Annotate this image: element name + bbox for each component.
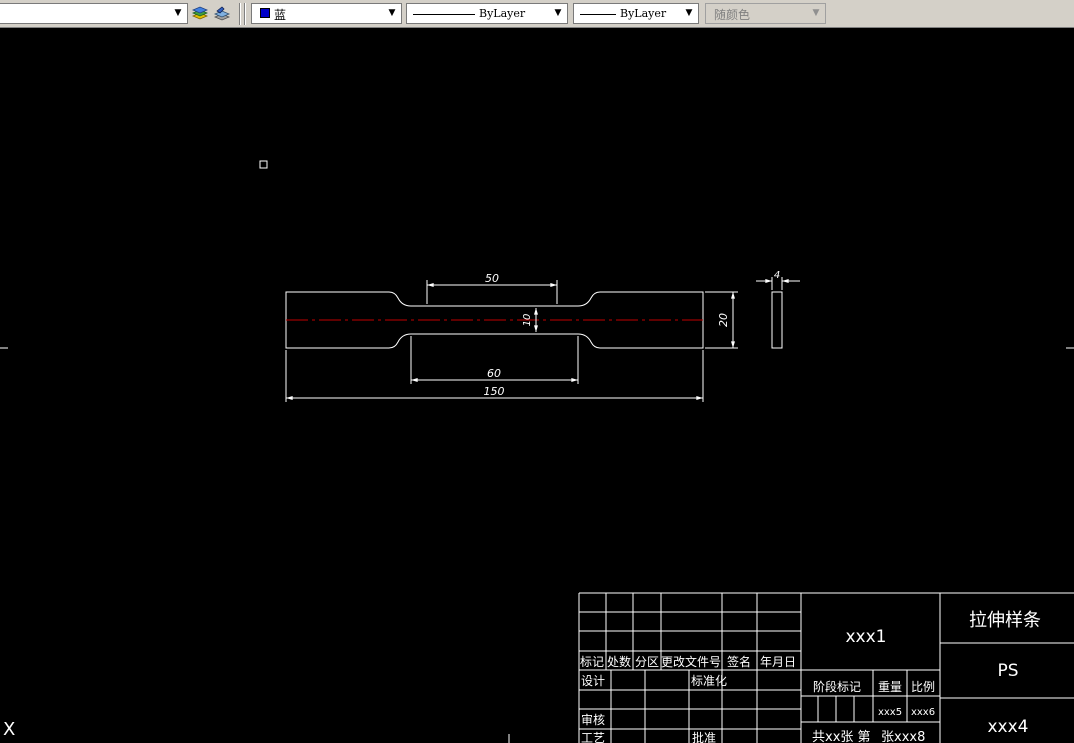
properties-toolbar: ▼ 蓝 ▼ ByLayer ▼ ByLayer ▼ 随颜色 ▼ — [0, 0, 1074, 28]
tb-role-review: 审核 — [581, 712, 605, 727]
dimension-end-width[interactable]: 20 — [705, 291, 738, 349]
tb-header-change-doc: 更改文件号 — [661, 654, 721, 669]
dim-text-end: 20 — [717, 313, 730, 327]
linetype-label: ByLayer — [479, 7, 526, 20]
tb-role-standardization: 标准化 — [691, 674, 727, 688]
tb-company: xxx4 — [988, 717, 1029, 737]
tb-header-zone: 分区 — [635, 655, 659, 669]
lineweight-combo[interactable]: ByLayer ▼ — [573, 3, 699, 24]
layer-previous-icon[interactable] — [191, 5, 209, 23]
tb-stage-mark: 阶段标记 — [813, 679, 861, 694]
tb-header-mark: 标记 — [580, 655, 604, 669]
chevron-down-icon[interactable]: ▼ — [551, 6, 565, 21]
plotstyle-combo: 随颜色 ▼ — [705, 3, 826, 24]
chevron-down-icon[interactable]: ▼ — [682, 6, 696, 21]
lineweight-label: ByLayer — [620, 7, 667, 20]
chevron-down-icon[interactable]: ▼ — [171, 6, 185, 21]
linetype-combo[interactable]: ByLayer ▼ — [406, 3, 568, 24]
drawing-canvas[interactable]: 50 10 60 150 20 4 X 标记 处数 分区 更改文件号 签名 年月… — [0, 28, 1074, 743]
lineweight-preview — [580, 14, 616, 15]
chevron-down-icon[interactable]: ▼ — [385, 6, 399, 21]
dim-text-total: 150 — [484, 385, 505, 398]
dimension-gauge-length[interactable]: 50 — [426, 272, 558, 304]
specimen-side-view[interactable] — [771, 291, 783, 349]
color-combo[interactable]: 蓝 ▼ — [251, 3, 402, 24]
tb-sheet-no: 张xxx8 — [881, 730, 925, 743]
tb-sheet-info: 共xx张 第 — [812, 730, 871, 743]
tb-part-name: 拉伸样条 — [969, 610, 1041, 631]
tb-material: PS — [997, 661, 1018, 681]
tb-scale-value: xxx6 — [911, 707, 935, 718]
tb-drawing-code: xxx1 — [846, 627, 887, 647]
tb-weight-value: xxx5 — [878, 707, 902, 718]
toolbar-separator — [239, 3, 241, 25]
chevron-down-icon: ▼ — [812, 8, 820, 18]
dim-text-gauge: 50 — [485, 272, 499, 285]
tb-weight-label: 重量 — [878, 680, 902, 694]
tb-header-count: 处数 — [607, 654, 631, 669]
pickbox-cursor — [259, 160, 268, 169]
color-swatch — [260, 8, 270, 18]
dim-text-thickness: 4 — [774, 270, 780, 281]
dim-text-parallel: 60 — [487, 367, 501, 380]
tb-role-design: 设计 — [581, 674, 605, 688]
color-name: 蓝 — [274, 8, 287, 22]
tb-header-signature: 签名 — [727, 654, 751, 669]
layer-states-icon[interactable] — [213, 5, 231, 23]
dim-text-narrow: 10 — [522, 314, 533, 327]
tb-scale-label: 比例 — [911, 680, 935, 694]
toolbar-separator — [244, 3, 246, 25]
tb-role-approve: 批准 — [692, 730, 716, 743]
linetype-preview — [413, 14, 475, 15]
tb-header-date: 年月日 — [760, 655, 796, 669]
layer-combo[interactable]: ▼ — [0, 3, 188, 24]
dimension-thickness[interactable]: 4 — [756, 270, 800, 290]
tb-role-process: 工艺 — [581, 731, 605, 743]
ucs-x-label: X — [3, 719, 15, 740]
dimension-parallel-length[interactable]: 60 — [410, 336, 579, 384]
plotstyle-label: 随颜色 — [714, 8, 751, 22]
